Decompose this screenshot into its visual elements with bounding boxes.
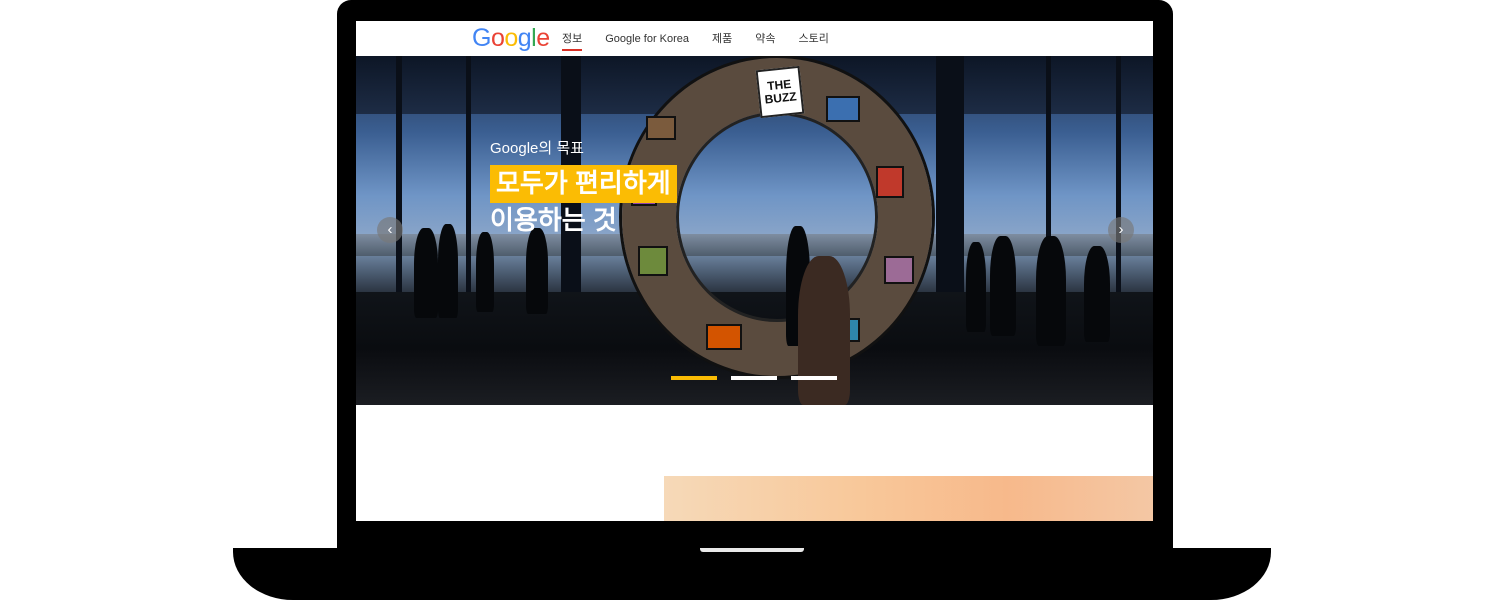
nav-item-stories[interactable]: 스토리	[799, 32, 829, 46]
chevron-left-icon: ‹	[387, 221, 393, 238]
window-mullion	[466, 56, 471, 316]
carousel-indicators	[671, 376, 851, 380]
carousel-dot[interactable]	[791, 376, 837, 380]
main-nav: 정보 Google for Korea 제품 약속 스토리	[562, 32, 852, 51]
hero-headline-highlight: 모두가 편리하게	[490, 165, 677, 203]
logo-letter: G	[472, 24, 491, 52]
window-mullion	[1116, 56, 1121, 316]
nav-item-about[interactable]: 정보	[562, 32, 583, 51]
hero-text: Google의 목표 모두가 편리하게 이용하는 것	[490, 140, 677, 235]
logo-letter: o	[504, 24, 518, 52]
person-silhouette	[526, 228, 548, 314]
ring-photo-tile	[884, 256, 914, 284]
nav-item-products[interactable]: 제품	[712, 32, 732, 46]
ring-photo-tile	[646, 116, 676, 140]
window-mullion	[936, 56, 964, 316]
hero-headline-second: 이용하는 것	[490, 205, 617, 235]
logo-letter: o	[490, 24, 505, 52]
laptop-base	[233, 548, 1271, 600]
person-silhouette	[438, 224, 458, 318]
carousel-next-button[interactable]: ›	[1108, 217, 1134, 243]
the-buzz-sign-text: THE BUZZ	[763, 76, 798, 107]
window-mullion	[396, 56, 402, 316]
ring-photo-tile	[638, 246, 668, 276]
laptop-screen: Google 정보 Google for Korea 제품 약속 스토리 THE…	[356, 21, 1153, 521]
chevron-right-icon: ›	[1118, 221, 1124, 238]
person-silhouette	[990, 236, 1016, 336]
the-buzz-sign: THE BUZZ	[755, 65, 805, 119]
person-silhouette	[1084, 246, 1110, 342]
nav-item-commitments[interactable]: 약속	[755, 32, 775, 46]
person-silhouette	[1036, 236, 1066, 346]
carousel-dot[interactable]	[671, 376, 717, 380]
ring-photo-tile	[706, 324, 742, 350]
site-header: Google 정보 Google for Korea 제품 약속 스토리	[356, 21, 1153, 56]
laptop-notch	[700, 548, 804, 552]
person-silhouette	[798, 256, 850, 405]
person-silhouette	[966, 242, 986, 332]
nav-item-google-for-korea[interactable]: Google for Korea	[605, 32, 689, 46]
carousel-prev-button[interactable]: ‹	[377, 217, 403, 243]
google-logo[interactable]: Google	[472, 23, 550, 53]
carousel-dot[interactable]	[731, 376, 777, 380]
ring-photo-tile	[826, 96, 860, 122]
logo-letter: g	[517, 24, 532, 52]
person-silhouette	[476, 232, 494, 312]
hero-carousel: THE BUZZ Google의 목표 모두가 편리하게 이용하는 것 ‹ ›	[356, 56, 1153, 405]
hero-eyebrow: Google의 목표	[490, 140, 584, 157]
ring-photo-tile	[876, 166, 904, 198]
person-silhouette	[414, 228, 438, 318]
promo-image	[664, 476, 1153, 521]
logo-letter: e	[536, 24, 550, 52]
